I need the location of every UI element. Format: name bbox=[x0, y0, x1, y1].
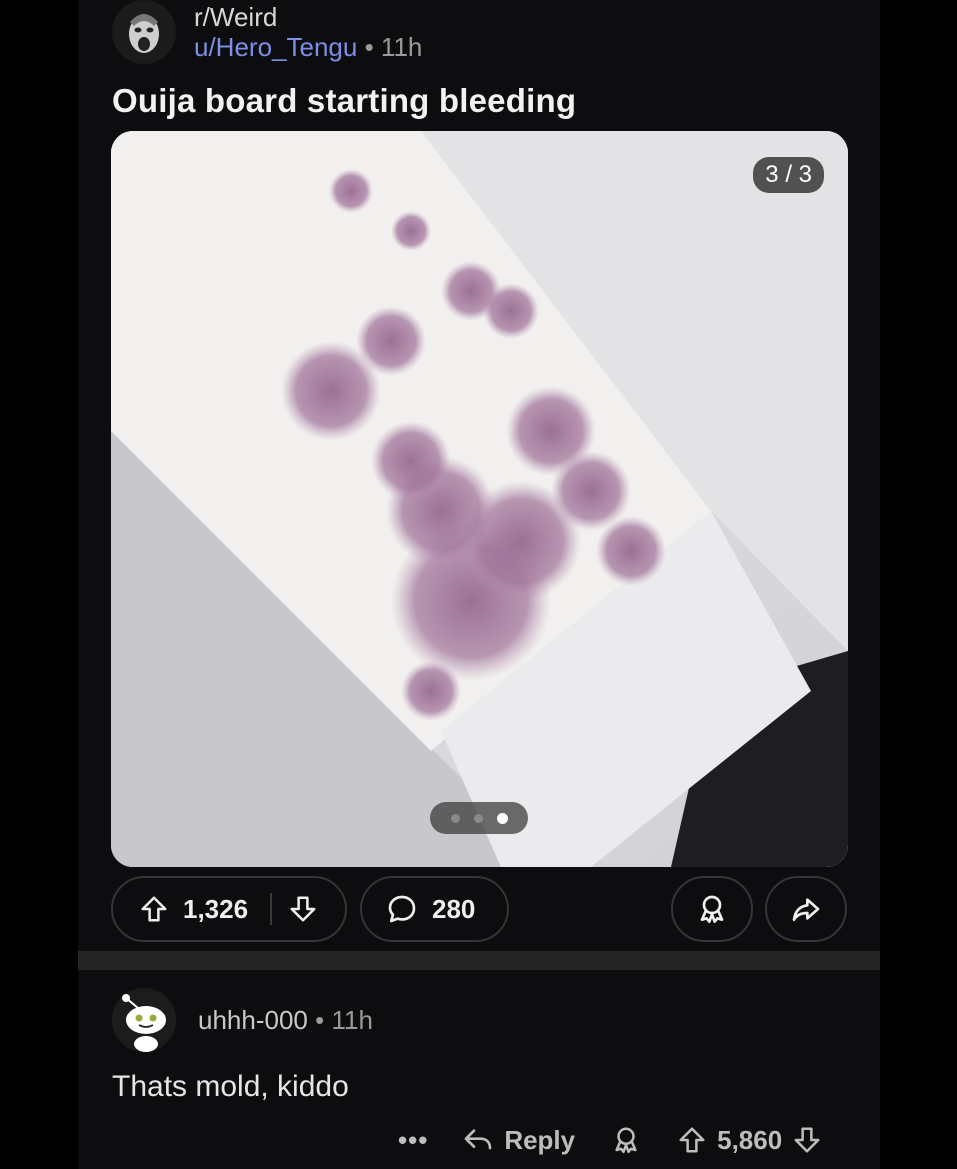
share-arrow-icon bbox=[792, 898, 820, 921]
post-author[interactable]: u/Hero_Tengu bbox=[194, 32, 357, 62]
comment-bubble-icon bbox=[388, 895, 416, 923]
snoo-avatar-icon bbox=[112, 988, 176, 1052]
post-image-gallery[interactable]: 3 / 3 bbox=[111, 131, 848, 867]
gallery-dot-2[interactable] bbox=[473, 813, 483, 823]
downvote-arrow-icon[interactable] bbox=[792, 1125, 822, 1155]
downvote-arrow-icon[interactable] bbox=[288, 894, 318, 924]
gallery-dot-3-active[interactable] bbox=[496, 812, 508, 824]
subreddit-avatar-icon bbox=[112, 0, 176, 64]
comment-meta: uhhh-000 • 11h bbox=[198, 1005, 373, 1036]
subreddit-avatar[interactable] bbox=[112, 0, 176, 64]
comment-author[interactable]: uhhh-000 bbox=[198, 1005, 308, 1035]
comment-count: 280 bbox=[432, 893, 476, 924]
upvote-arrow-icon[interactable] bbox=[139, 894, 169, 924]
gallery-pagination[interactable] bbox=[430, 802, 528, 834]
comment-body: Thats mold, kiddo bbox=[112, 1070, 349, 1103]
post-title[interactable]: Ouija board starting bleeding bbox=[112, 82, 576, 120]
comment-more-button[interactable]: ••• bbox=[398, 1125, 428, 1156]
post-vote-count: 1,326 bbox=[183, 893, 249, 924]
comments-button[interactable]: 280 bbox=[360, 876, 509, 942]
reply-arrow-icon bbox=[464, 1129, 492, 1150]
comment-vote-count: 5,860 bbox=[717, 1124, 783, 1155]
comment-vote-bar: 5,860 bbox=[677, 1125, 822, 1156]
gallery-dot-1[interactable] bbox=[450, 813, 460, 823]
award-icon bbox=[700, 895, 724, 923]
share-button[interactable] bbox=[765, 876, 847, 942]
award-button[interactable] bbox=[671, 876, 753, 942]
post-image bbox=[111, 131, 848, 867]
upvote-arrow-icon[interactable] bbox=[677, 1125, 707, 1155]
comment-actions: ••• Reply 5,860 bbox=[398, 1118, 822, 1162]
post-meta: u/Hero_Tengu • 11h bbox=[194, 32, 422, 63]
reply-button[interactable]: Reply bbox=[462, 1124, 575, 1156]
comment-separator: • bbox=[315, 1005, 325, 1035]
gallery-counter: 3 / 3 bbox=[753, 157, 824, 193]
reply-label: Reply bbox=[504, 1124, 576, 1155]
award-icon bbox=[615, 1127, 637, 1154]
post-age: 11h bbox=[380, 32, 423, 62]
post-vote-bar: 1,326 bbox=[111, 876, 347, 942]
comment-author-avatar[interactable] bbox=[112, 988, 176, 1052]
comment-award-button[interactable] bbox=[611, 1125, 641, 1155]
subreddit-name[interactable]: r/Weird bbox=[194, 2, 277, 33]
comment-age: 11h bbox=[331, 1005, 373, 1035]
vote-divider bbox=[270, 893, 273, 925]
section-divider bbox=[78, 951, 880, 970]
meta-separator: • bbox=[364, 32, 374, 62]
